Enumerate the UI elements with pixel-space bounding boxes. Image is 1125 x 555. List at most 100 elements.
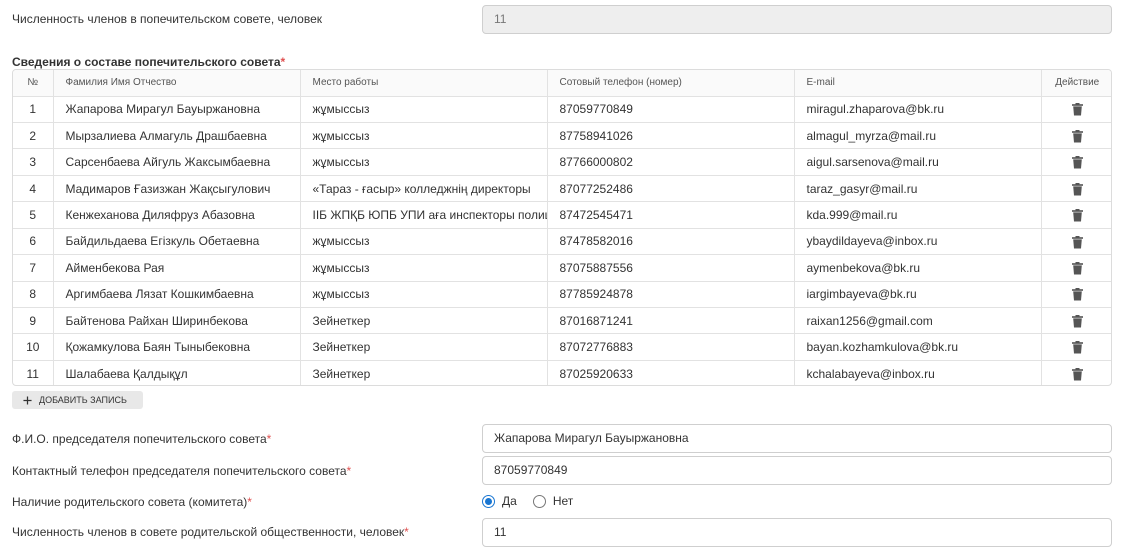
member-phone: 87072776883 [547,333,795,361]
member-workplace: Зейнеткер [300,333,548,361]
trash-icon [1071,182,1083,196]
member-workplace: Зейнеткер [300,360,548,385]
member-phone: 87766000802 [547,148,795,176]
member-phone: 87785924878 [547,281,795,309]
chair-name-label: Ф.И.О. председателя попечительского сове… [12,432,272,446]
member-name: Сарсенбаева Айгуль Жаксымбаевна [53,148,301,176]
table-row: 6 Байдильдаева Егізкуль Обетаевна жұмыссыз… [13,228,1111,256]
member-workplace: жұмыссыз [300,122,548,150]
plus-icon [23,395,32,405]
member-name: Жапарова Мирагул Бауыржановна [53,96,301,123]
parent-members-label: Численность членов в совете родительской… [12,525,409,539]
trash-icon [1071,368,1083,381]
parent-council-radio-group: Да Нет [482,494,589,508]
member-workplace: жұмыссыз [300,254,548,282]
member-email: miragul.zhaparova@bk.ru [794,96,1042,123]
member-email: kda.999@mail.ru [794,201,1042,229]
member-email: almagul_myrza@mail.ru [794,122,1042,150]
member-email: kchalabayeva@inbox.ru [794,360,1042,385]
member-phone: 87059770849 [547,96,795,123]
trash-icon [1071,103,1083,116]
member-phone: 87077252486 [547,175,795,203]
radio-option-yes[interactable]: Да [482,494,517,508]
table-row: 11 Шалабаева Қалдықұл Зейнеткер 87025920633… [13,360,1111,385]
row-number: 11 [13,360,54,385]
delete-row-button[interactable] [1041,333,1111,361]
chair-name-field[interactable]: Жапарова Мирагул Бауыржановна [482,424,1112,453]
board-section-title: Сведения о составе попечительского совет… [12,55,286,69]
column-header-action: Действие [1041,70,1111,97]
table-row: 1 Жапарова Мирагул Бауыржановна жұмыссыз 87… [13,96,1111,123]
parent-council-label: Наличие родительского совета (комитета)* [12,495,252,509]
delete-row-button[interactable] [1041,307,1111,335]
member-phone: 87016871241 [547,307,795,335]
member-name: Мырзалиева Алмагуль Драшбаевна [53,122,301,150]
trash-icon [1071,156,1083,169]
row-number: 7 [13,254,54,282]
add-record-button[interactable]: Добавить запись [12,391,143,409]
member-name: Мадимаров Ғазизжан Жақсыгулович [53,175,301,203]
member-workplace: ІІБ ЖПҚБ ЮПБ УПИ аға инспекторы полиции [300,201,548,229]
trash-icon [1071,129,1083,143]
trash-icon [1071,235,1083,249]
member-email: raixan1256@gmail.com [794,307,1042,335]
row-number: 4 [13,175,54,203]
member-name: Шалабаева Қалдықұл [53,360,301,385]
member-workplace: жұмыссыз [300,148,548,176]
delete-row-button[interactable] [1041,281,1111,309]
member-name: Кенжеханова Диляфруз Абазовна [53,201,301,229]
trash-icon [1071,314,1083,328]
row-number: 8 [13,281,54,309]
member-phone: 87478582016 [547,228,795,256]
row-number: 9 [13,307,54,335]
row-number: 1 [13,96,54,123]
parent-members-field[interactable]: 11 [482,518,1112,547]
member-workplace: жұмыссыз [300,96,548,123]
column-header-email: E-mail [794,70,1042,97]
radio-option-no[interactable]: Нет [532,494,574,508]
column-header-name: Фамилия Имя Отчество [53,70,301,97]
member-email: ybaydildayeva@inbox.ru [794,228,1042,256]
row-number: 2 [13,122,54,150]
add-record-label: Добавить запись [39,395,127,405]
trash-icon [1071,341,1083,354]
table-row: 7 Айменбекова Рая жұмыссыз 87075887556 aymen… [13,254,1111,282]
table-row: 10 Қожамкулова Баян Тыныбековна Зейнеткер 8… [13,333,1111,361]
member-workplace: жұмыссыз [300,281,548,309]
row-number: 6 [13,228,54,256]
radio-no[interactable] [532,494,546,508]
board-members-table: № Фамилия Имя Отчество Место работы Сото… [12,69,1112,386]
chair-phone-label: Контактный телефон председателя попечите… [12,464,352,478]
radio-yes[interactable] [482,494,495,508]
table-row: 3 Сарсенбаева Айгуль Жаксымбаевна жұмыссыз… [13,148,1111,176]
member-email: taraz_gasyr@mail.ru [794,175,1042,203]
column-header-workplace: Место работы [300,70,548,97]
board-size-label: Численность членов в попечительском сове… [12,12,322,26]
column-header-phone: Сотовый телефон (номер) [547,70,795,97]
radio-no-label: Нет [552,494,574,508]
member-workplace: жұмыссыз [300,228,548,256]
member-name: Байтенова Райхан Ширинбекова [53,307,301,335]
member-name: Айменбекова Рая [53,254,301,282]
delete-row-button[interactable] [1041,96,1111,123]
delete-row-button[interactable] [1041,254,1111,282]
member-email: bayan.kozhamkulova@bk.ru [794,333,1042,361]
chair-phone-field[interactable]: 87059770849 [482,456,1112,485]
member-name: Аргимбаева Лязат Кошкимбаевна [53,281,301,309]
delete-row-button[interactable] [1041,228,1111,256]
member-workplace: Зейнеткер [300,307,548,335]
row-number: 3 [13,148,54,176]
table-row: 9 Байтенова Райхан Ширинбекова Зейнеткер 87… [13,307,1111,335]
delete-row-button[interactable] [1041,148,1111,176]
member-email: aymenbekova@bk.ru [794,254,1042,282]
delete-row-button[interactable] [1041,175,1111,203]
table-row: 5 Кенжеханова Диляфруз Абазовна ІІБ ЖПҚБ Ю… [13,201,1111,229]
delete-row-button[interactable] [1041,201,1111,229]
member-email: aigul.sarsenova@mail.ru [794,148,1042,176]
table-header-row: № Фамилия Имя Отчество Место работы Сото… [13,70,1111,97]
delete-row-button[interactable] [1041,122,1111,150]
row-number: 5 [13,201,54,229]
delete-row-button[interactable] [1041,360,1111,385]
board-size-field[interactable]: 11 [482,5,1112,34]
row-number: 10 [13,333,54,361]
